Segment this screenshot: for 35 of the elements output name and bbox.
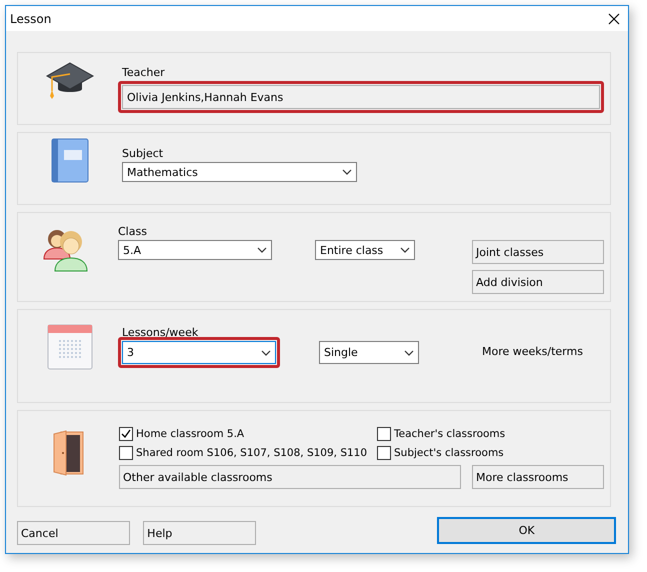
checkbox[interactable] [377, 426, 391, 440]
field-label: Teacher [122, 66, 166, 79]
checkbox-label: Shared room S106, S107, S108, S109, S110 [136, 446, 368, 458]
field-label: Subject [122, 147, 164, 160]
checkbox[interactable] [119, 446, 133, 460]
book-icon [51, 138, 89, 183]
subject-dropdown[interactable]: Mathematics [122, 162, 357, 182]
chevron-icon [404, 350, 414, 356]
field-label: Lessons/week [122, 326, 200, 339]
class-button[interactable]: Joint classes [472, 240, 604, 264]
calendar-icon [47, 324, 93, 370]
close-icon[interactable] [608, 12, 620, 24]
chevron-icon [261, 350, 271, 356]
more-classrooms-button[interactable]: More classrooms [472, 465, 604, 489]
chevron-icon [400, 247, 410, 253]
chevron-icon [342, 169, 352, 175]
checkbox-label: Subject's classrooms [394, 446, 504, 458]
checkbox[interactable] [377, 446, 391, 460]
ok-button[interactable]: OK [437, 517, 616, 544]
division-dropdown[interactable]: Entire class [315, 240, 415, 260]
checkbox[interactable] [119, 426, 133, 440]
dialog-button[interactable]: Help [143, 521, 256, 545]
class-button[interactable]: Add division [472, 270, 604, 294]
checkbox-label: Home classroom 5.A [136, 428, 244, 440]
chevron-icon [257, 247, 267, 253]
checkbox-label: Teacher's classrooms [394, 428, 506, 440]
more-weeks-link[interactable]: More weeks/terms [482, 345, 583, 358]
teacher-field[interactable]: Olivia Jenkins,Hannah Evans [118, 81, 604, 113]
field-label: Class [118, 225, 148, 238]
window-title: Lesson [10, 12, 52, 26]
other-classrooms-button[interactable]: Other available classrooms [119, 465, 461, 489]
lesson-type-dropdown[interactable]: Single [319, 341, 419, 364]
lessons-dropdown[interactable]: 3 [122, 341, 276, 364]
dialog-button[interactable]: Cancel [17, 521, 130, 545]
class-dropdown[interactable]: 5.A [118, 240, 272, 260]
